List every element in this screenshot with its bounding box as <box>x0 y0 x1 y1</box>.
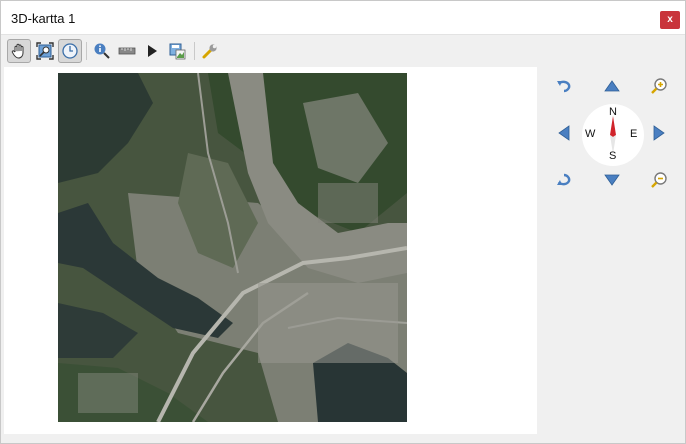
zoom-in-icon <box>651 78 667 94</box>
hand-icon <box>11 43 24 59</box>
title-bar: 3D-kartta 1 x <box>1 1 685 35</box>
zoom-full-icon <box>36 42 54 60</box>
save-image-icon <box>169 43 186 60</box>
compass[interactable]: N S E W <box>582 104 644 166</box>
terrain-texture[interactable] <box>58 73 407 422</box>
zoom-out-button[interactable] <box>647 168 671 192</box>
toolbar <box>1 36 685 66</box>
move-down-icon <box>604 174 620 186</box>
move-up-icon <box>604 80 620 92</box>
rotate-right-icon <box>557 173 571 186</box>
rotate-left-button[interactable] <box>552 74 576 98</box>
measurement-button[interactable] <box>115 39 139 63</box>
map-3d-viewport[interactable] <box>4 67 537 434</box>
pan-button[interactable] <box>7 39 31 63</box>
zoom-out-icon <box>651 172 667 188</box>
compass-north-label: N <box>609 106 617 118</box>
identify-icon <box>94 43 110 59</box>
save-as-image-button[interactable] <box>165 39 189 63</box>
window-title: 3D-kartta 1 <box>11 11 76 26</box>
compass-east-label: E <box>630 128 638 140</box>
close-button[interactable]: x <box>660 11 680 29</box>
move-right-icon <box>653 125 665 141</box>
ruler-icon <box>118 47 136 55</box>
map-3d-window: 3D-kartta 1 x N S E W <box>0 0 686 444</box>
rotate-left-icon <box>557 80 571 93</box>
aerial-orthophoto <box>58 73 407 422</box>
zoom-in-button[interactable] <box>647 74 671 98</box>
play-icon <box>148 45 157 57</box>
compass-toggle-icon <box>62 43 78 59</box>
move-left-icon <box>558 125 570 141</box>
rotate-right-button[interactable] <box>552 168 576 192</box>
toggle-navigation-button[interactable] <box>58 39 82 63</box>
zoom-full-extent-button[interactable] <box>33 39 57 63</box>
move-down-button[interactable] <box>600 168 624 192</box>
compass-west-label: W <box>585 128 596 140</box>
move-right-button[interactable] <box>647 121 671 145</box>
compass-south-label: S <box>609 150 617 162</box>
move-left-button[interactable] <box>552 121 576 145</box>
identify-button[interactable] <box>90 39 114 63</box>
toolbar-separator <box>86 42 87 60</box>
configure-button[interactable] <box>198 39 222 63</box>
toolbar-separator <box>194 42 195 60</box>
navigation-panel: N S E W <box>539 67 685 434</box>
animations-button[interactable] <box>140 39 164 63</box>
move-up-button[interactable] <box>600 74 624 98</box>
wrench-icon <box>202 44 217 59</box>
